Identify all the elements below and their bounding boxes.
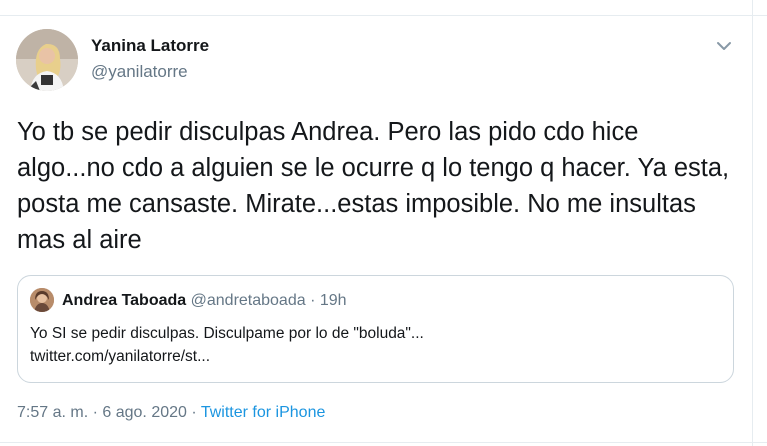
avatar[interactable] xyxy=(16,29,78,91)
author-handle[interactable]: @yanilatorre xyxy=(91,62,188,82)
avatar-photo xyxy=(16,29,78,91)
quoted-tweet-card[interactable]: Andrea Taboada @andretaboada · 19h Yo SI… xyxy=(17,275,734,383)
quoted-avatar[interactable] xyxy=(30,288,54,312)
quoted-author-name[interactable]: Andrea Taboada xyxy=(62,292,186,309)
quoted-author-handle[interactable]: @andretaboada xyxy=(191,292,306,309)
quoted-header: Andrea Taboada @andretaboada · 19h xyxy=(62,291,347,311)
quoted-text-line: Yo SI se pedir disculpas. Disculpame por… xyxy=(30,325,424,342)
footer-separator: · xyxy=(191,404,197,421)
chevron-down-icon[interactable] xyxy=(713,35,735,57)
tweet-text: Yo tb se pedir disculpas Andrea. Pero la… xyxy=(17,118,730,254)
quoted-separator: · xyxy=(310,292,316,309)
tweet-source-link[interactable]: Twitter for iPhone xyxy=(201,404,326,421)
quoted-avatar-photo xyxy=(30,288,54,312)
quoted-link-text: twitter.com/yanilatorre/st... xyxy=(30,348,211,365)
author-name[interactable]: Yanina Latorre xyxy=(91,36,209,56)
quoted-timestamp[interactable]: 19h xyxy=(320,292,347,309)
tweet-date[interactable]: 6 ago. 2020 xyxy=(102,404,187,421)
footer-separator: · xyxy=(92,404,98,421)
bottom-divider xyxy=(0,442,767,443)
top-divider xyxy=(0,15,767,16)
quoted-text: Yo SI se pedir disculpas. Disculpame por… xyxy=(30,322,720,368)
right-divider xyxy=(752,0,753,446)
tweet-time[interactable]: 7:57 a. m. xyxy=(17,404,88,421)
tweet-footer: 7:57 a. m. · 6 ago. 2020 · Twitter for i… xyxy=(17,404,325,422)
